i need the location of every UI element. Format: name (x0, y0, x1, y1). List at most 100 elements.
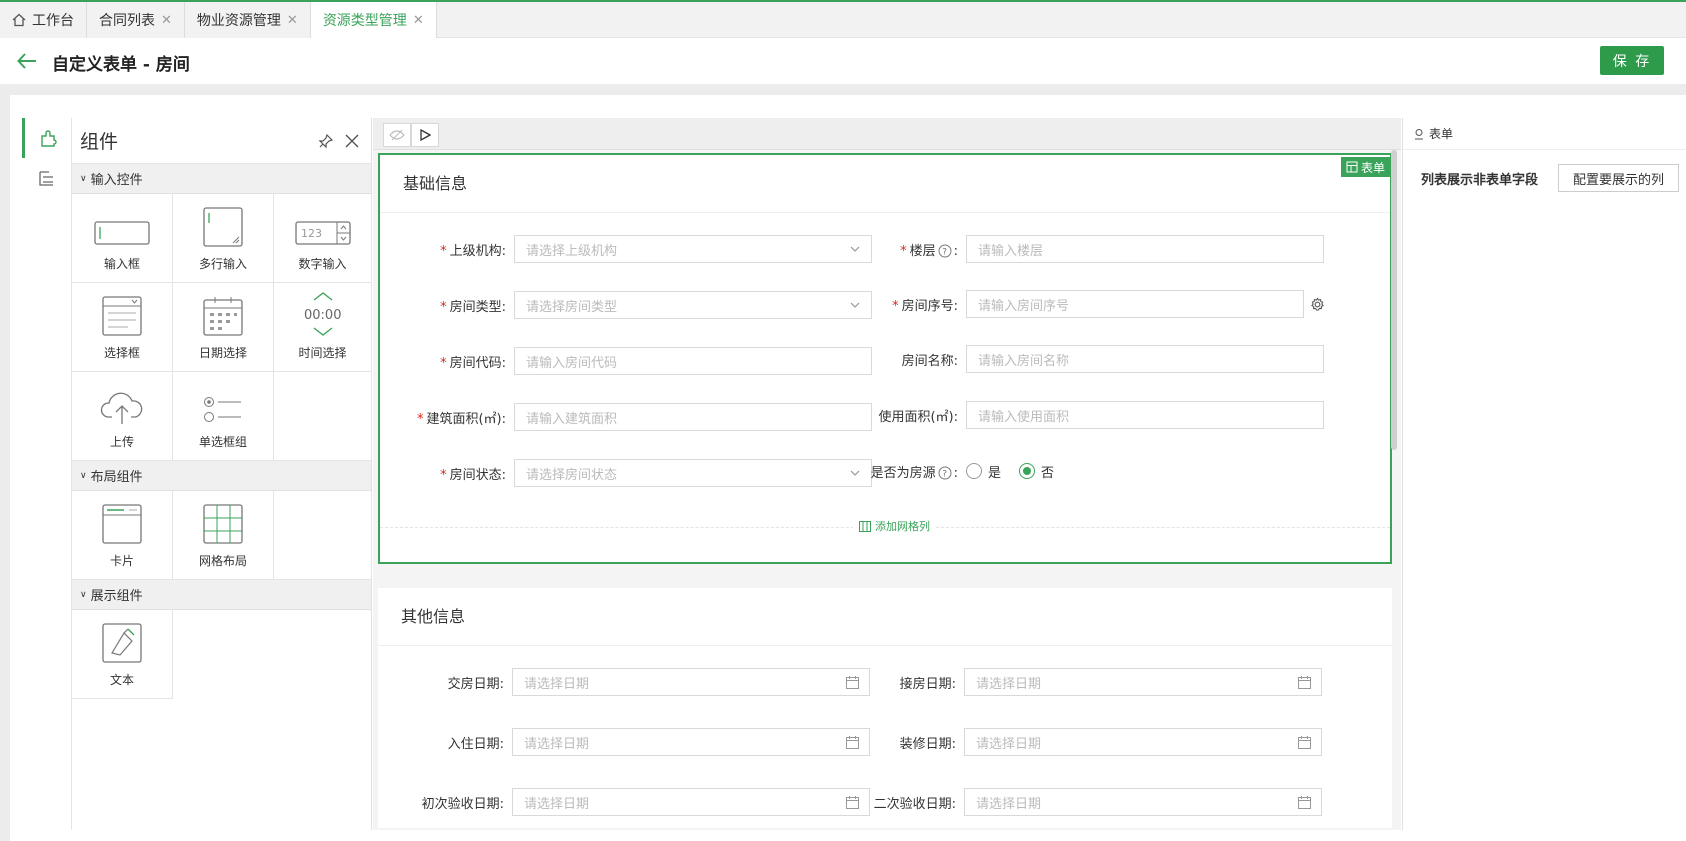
canvas-toolbar (373, 118, 1401, 150)
component-panel: 组件 ∨ 输入控件 输入框 多行输入 123 数字输入 选择框 日期选择 00:… (72, 118, 372, 830)
parent-org-select[interactable]: 请选择上级机构 (514, 235, 872, 263)
section-basic-info[interactable]: 表单 基础信息 * 上级机构: 请选择上级机构 * 楼层?: 请输入楼层 * 房间类型… (378, 153, 1392, 564)
help-icon[interactable]: ? (938, 466, 952, 480)
close-icon[interactable] (341, 130, 363, 152)
gear-icon[interactable] (1310, 296, 1325, 312)
section-other-info[interactable]: 其他信息 交房日期: 请选择日期 接房日期: 请选择日期 入住日期: 请选择日期… (378, 588, 1392, 828)
configure-columns-button[interactable]: 配置要展示的列 (1558, 164, 1680, 192)
required-mark: * (440, 243, 447, 259)
back-arrow-icon[interactable] (16, 50, 38, 72)
tab-property-resources[interactable]: 物业资源管理 ✕ (184, 2, 311, 38)
usable-area-input[interactable]: 请输入使用面积 (966, 401, 1324, 429)
calendar-icon (1298, 796, 1311, 809)
tab-label: 合同列表 (99, 13, 155, 29)
receive-date-picker[interactable]: 请选择日期 (964, 668, 1322, 696)
calendar-icon (203, 297, 243, 336)
rail-components[interactable] (22, 118, 72, 158)
list-columns-label: 列表展示非表单字段 (1421, 172, 1539, 188)
component-number[interactable]: 123 数字输入 (274, 194, 372, 283)
group-display-components[interactable]: ∨ 展示组件 (72, 580, 371, 610)
card-icon (102, 504, 142, 544)
component-grid-layout[interactable]: 网格布局 (173, 491, 274, 580)
handover-date-picker[interactable]: 请选择日期 (512, 668, 870, 696)
left-rail (22, 118, 72, 830)
chevron-down-icon: ∨ (80, 470, 87, 481)
radio-button-selected (1019, 463, 1036, 479)
section-title: 基础信息 (380, 155, 1390, 213)
form-badge: 表单 (1340, 157, 1390, 177)
eye-off-icon (389, 129, 405, 141)
tab-resource-types[interactable]: 资源类型管理 ✕ (310, 2, 437, 38)
room-status-select[interactable]: 请选择房间状态 (514, 459, 872, 487)
add-grid-column-button[interactable]: 添加网格列 (853, 518, 936, 534)
component-date[interactable]: 日期选择 (173, 283, 274, 372)
component-input[interactable]: 输入框 (72, 194, 173, 283)
tab-label: 资源类型管理 (322, 13, 407, 29)
component-grid: 卡片 网格布局 (72, 491, 372, 580)
component-label: 多行输入 (198, 257, 247, 271)
radio-yes[interactable]: 是 (966, 462, 1001, 481)
field-label: 交房日期: (447, 676, 504, 692)
field-room-name: 房间名称: 请输入房间名称 (832, 345, 1324, 373)
component-select[interactable]: 选择框 (72, 283, 173, 372)
close-icon[interactable]: ✕ (413, 13, 424, 28)
field-floor: * 楼层?: 请输入楼层 (832, 235, 1324, 263)
run-button[interactable] (411, 123, 439, 147)
second-inspection-date-picker[interactable]: 请选择日期 (964, 788, 1322, 816)
group-input-controls[interactable]: ∨ 输入控件 (72, 164, 371, 194)
close-icon[interactable]: ✕ (161, 13, 172, 28)
field-label: * 上级机构: (440, 243, 506, 259)
component-label: 日期选择 (198, 346, 247, 360)
close-icon[interactable]: ✕ (287, 13, 298, 28)
required-mark: * (892, 298, 899, 314)
field-first-inspection-date: 初次验收日期: 请选择日期 (378, 788, 870, 816)
outline-tree-icon (39, 171, 53, 186)
save-button[interactable]: 保 存 (1600, 46, 1664, 75)
room-name-input[interactable]: 请输入房间名称 (966, 345, 1324, 373)
tab-label: 工作台 (32, 13, 74, 29)
field-label: * 建筑面积(㎡): (416, 411, 506, 427)
help-icon[interactable]: ? (938, 244, 952, 258)
tab-contract-list[interactable]: 合同列表 ✕ (87, 2, 185, 38)
decoration-date-picker[interactable]: 请选择日期 (964, 728, 1322, 756)
chevron-down-icon: ∨ (80, 173, 87, 184)
radio-group-icon (204, 397, 241, 422)
radio-label: 否 (1041, 465, 1055, 481)
component-radio-group[interactable]: 单选框组 (173, 372, 274, 461)
cloud-upload-icon (100, 392, 143, 424)
canvas-scrollbar[interactable] (1391, 150, 1397, 450)
page-title: 自定义表单 - 房间 (52, 55, 190, 75)
component-text[interactable]: 文本 (72, 610, 173, 699)
field-second-inspection-date: 二次验收日期: 请选择日期 (830, 788, 1322, 816)
tab-workbench[interactable]: 工作台 (0, 2, 87, 38)
room-type-select[interactable]: 请选择房间类型 (514, 291, 872, 319)
field-label: * 楼层?: (900, 243, 958, 259)
component-label: 网格布局 (198, 554, 247, 568)
preview-toggle-button[interactable] (383, 123, 411, 147)
component-textarea[interactable]: 多行输入 (173, 194, 274, 283)
room-code-input[interactable]: 请输入房间代码 (514, 347, 872, 375)
component-card[interactable]: 卡片 (72, 491, 173, 580)
field-checkin-date: 入住日期: 请选择日期 (378, 728, 870, 756)
component-label: 选择框 (103, 346, 140, 360)
component-label: 文本 (109, 673, 134, 687)
required-mark: * (440, 299, 447, 315)
section-title: 其他信息 (378, 588, 1392, 646)
rail-outline[interactable] (22, 158, 72, 198)
location-pin-icon (1415, 128, 1423, 139)
component-time[interactable]: 00:00 时间选择 (274, 283, 372, 372)
checkin-date-picker[interactable]: 请选择日期 (512, 728, 870, 756)
radio-no[interactable]: 否 (1019, 462, 1054, 481)
group-label: 布局组件 (90, 470, 143, 485)
floor-input[interactable]: 请输入楼层 (966, 235, 1324, 263)
group-layout-components[interactable]: ∨ 布局组件 (72, 461, 371, 491)
columns-icon (859, 520, 871, 532)
room-seq-input[interactable]: 请输入房间序号 (966, 290, 1304, 318)
panel-title: 组件 (80, 131, 119, 153)
first-inspection-date-picker[interactable]: 请选择日期 (512, 788, 870, 816)
field-label: * 房间类型: (440, 299, 506, 315)
building-area-input[interactable]: 请输入建筑面积 (514, 403, 872, 431)
pin-icon[interactable] (315, 130, 337, 152)
number-sample: 123 (301, 227, 322, 240)
component-upload[interactable]: 上传 (72, 372, 173, 461)
